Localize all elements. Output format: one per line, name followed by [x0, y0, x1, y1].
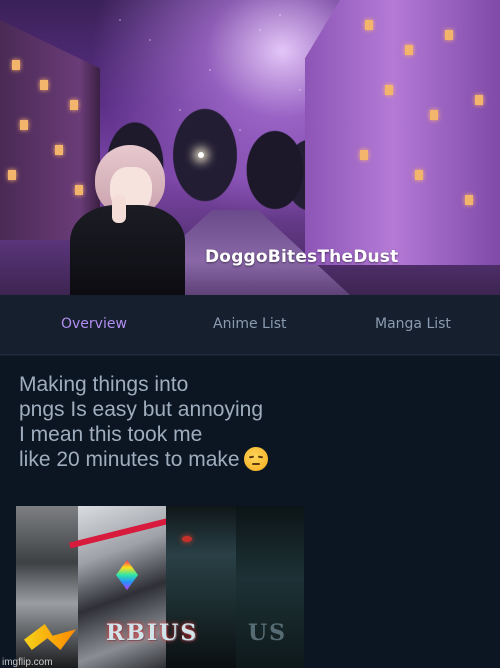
tab-manga-list[interactable]: Manga List	[375, 316, 451, 332]
street-lamp	[198, 152, 204, 158]
tab-anime-list[interactable]: Anime List	[213, 316, 287, 332]
post-line-last: like 20 minutes to make	[19, 447, 399, 472]
post-line-text: like 20 minutes to make	[19, 448, 240, 471]
profile-avatar-character	[60, 145, 195, 295]
profile-username: DoggoBitesTheDust	[205, 247, 399, 267]
post-text: Making things into pngs Is easy but anno…	[19, 372, 399, 472]
post-content: Making things into pngs Is easy but anno…	[0, 356, 500, 668]
apartment-building-right	[305, 0, 500, 265]
pensive-face-emoji-icon	[243, 447, 268, 471]
collage-title-text: RBIUS	[106, 620, 199, 646]
post-line: pngs Is easy but annoying	[19, 398, 264, 421]
imgflip-watermark: imgflip.com	[2, 657, 53, 668]
profile-nav: Overview Anime List Manga List	[0, 295, 500, 355]
post-image-collage[interactable]: RBIUS US	[16, 506, 304, 668]
collage-panel-1	[16, 506, 82, 668]
profile-banner: DoggoBitesTheDust	[0, 0, 500, 295]
tab-overview[interactable]: Overview	[61, 316, 127, 332]
post-line: I mean this took me	[19, 423, 203, 446]
collage-ghost-text: US	[248, 620, 288, 646]
post-line: Making things into	[19, 373, 189, 396]
